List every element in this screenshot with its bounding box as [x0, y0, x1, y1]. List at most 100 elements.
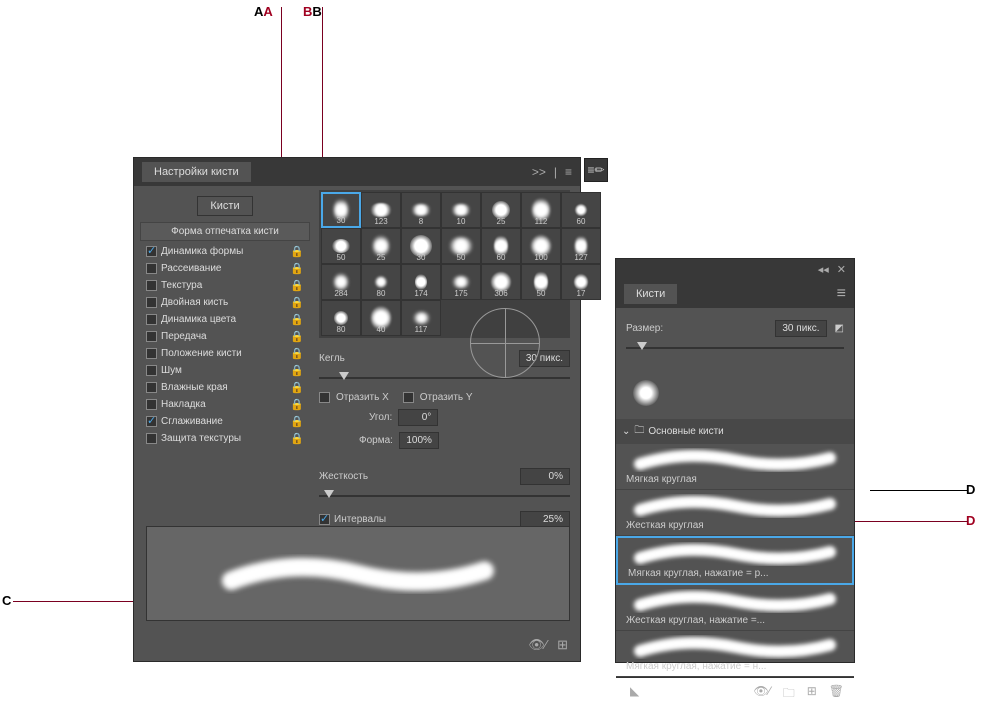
- panel1-tab[interactable]: Настройки кисти: [142, 162, 251, 182]
- option-Передача[interactable]: Передача🔒: [140, 328, 310, 345]
- size-value[interactable]: 30 пикс.: [775, 320, 826, 337]
- slider-thumb-icon[interactable]: ◣: [630, 684, 639, 705]
- brush-settings-panel: ≡✏ Настройки кисти >> | ≡ Кисти Форма от…: [133, 157, 581, 662]
- spacing-checkbox[interactable]: [319, 514, 330, 525]
- brush-tip-30[interactable]: 30: [401, 228, 441, 264]
- angle-widget[interactable]: [470, 308, 540, 378]
- option-Накладка[interactable]: Накладка🔒: [140, 396, 310, 413]
- lock-icon[interactable]: 🔒: [290, 313, 304, 326]
- divider: |: [554, 165, 557, 179]
- brush-tip-60[interactable]: 60: [561, 192, 601, 228]
- option-checkbox[interactable]: [146, 416, 157, 427]
- new-preset-icon[interactable]: ⊞: [807, 684, 817, 705]
- option-checkbox[interactable]: [146, 280, 157, 291]
- brush-panel-icon[interactable]: ≡✏: [587, 163, 604, 177]
- preset-Жесткая круглая, нажатие =...[interactable]: Жесткая круглая, нажатие =...: [616, 585, 854, 631]
- lock-icon[interactable]: 🔒: [290, 415, 304, 428]
- brush-tip-80[interactable]: 80: [321, 300, 361, 336]
- menu-icon[interactable]: ≡: [565, 165, 572, 179]
- brush-tip-40[interactable]: 40: [361, 300, 401, 336]
- brush-tip-306[interactable]: 306: [481, 264, 521, 300]
- option-checkbox[interactable]: [146, 297, 157, 308]
- lock-icon[interactable]: 🔒: [290, 330, 304, 343]
- brush-tip-112[interactable]: 112: [521, 192, 561, 228]
- menu-icon[interactable]: ≡: [837, 285, 846, 303]
- lock-icon[interactable]: 🔒: [290, 262, 304, 275]
- panel2-tab[interactable]: Кисти: [624, 284, 677, 304]
- close-icon[interactable]: ✕: [837, 263, 846, 276]
- preview-toggle-icon[interactable]: 👁⁄: [528, 637, 547, 653]
- option-Положение кисти[interactable]: Положение кисти🔒: [140, 345, 310, 362]
- preset-Мягкая круглая, нажатие = р...[interactable]: Мягкая круглая, нажатие = р...: [616, 536, 854, 585]
- option-checkbox[interactable]: [146, 365, 157, 376]
- folder-row[interactable]: ⌄ 🗀 Основные кисти: [616, 419, 854, 444]
- option-checkbox[interactable]: [146, 314, 157, 325]
- hardness-slider[interactable]: [319, 495, 570, 497]
- option-Двойная кисть[interactable]: Двойная кисть🔒: [140, 294, 310, 311]
- brush-tip-100[interactable]: 100: [521, 228, 561, 264]
- lock-icon[interactable]: 🔒: [290, 296, 304, 309]
- brush-tip-50[interactable]: 50: [441, 228, 481, 264]
- collapse-icon[interactable]: >>: [532, 165, 546, 179]
- option-checkbox[interactable]: [146, 246, 157, 257]
- new-preset-icon[interactable]: ⊞: [557, 637, 568, 653]
- brush-tip-30[interactable]: 30: [321, 192, 361, 228]
- brush-tip-10[interactable]: 10: [441, 192, 481, 228]
- size-slider[interactable]: [319, 377, 570, 379]
- lock-icon[interactable]: 🔒: [290, 364, 304, 377]
- lock-icon[interactable]: 🔒: [290, 347, 304, 360]
- option-checkbox[interactable]: [146, 331, 157, 342]
- collapse-icon[interactable]: ◂◂: [818, 263, 829, 276]
- option-Влажные края[interactable]: Влажные края🔒: [140, 379, 310, 396]
- option-Текстура[interactable]: Текстура🔒: [140, 277, 310, 294]
- brush-tip-25[interactable]: 25: [361, 228, 401, 264]
- option-checkbox[interactable]: [146, 263, 157, 274]
- lock-icon[interactable]: 🔒: [290, 279, 304, 292]
- brush-tip-80[interactable]: 80: [361, 264, 401, 300]
- brush-tip-174[interactable]: 174: [401, 264, 441, 300]
- flip-x-checkbox[interactable]: [319, 392, 330, 403]
- brush-tip-25[interactable]: 25: [481, 192, 521, 228]
- brush-tip-shape-button[interactable]: Форма отпечатка кисти: [140, 222, 310, 241]
- option-checkbox[interactable]: [146, 382, 157, 393]
- brush-tip-175[interactable]: 175: [441, 264, 481, 300]
- brush-tip-117[interactable]: 117: [401, 300, 441, 336]
- brush-tip-50[interactable]: 50: [321, 228, 361, 264]
- option-Динамика формы[interactable]: Динамика формы🔒: [140, 243, 310, 260]
- brush-tip-8[interactable]: 8: [401, 192, 441, 228]
- preset-Мягкая круглая[interactable]: Мягкая круглая: [616, 444, 854, 490]
- angle-label: Угол:: [369, 412, 392, 423]
- hardness-value[interactable]: 0%: [520, 468, 570, 485]
- option-checkbox[interactable]: [146, 399, 157, 410]
- option-Шум[interactable]: Шум🔒: [140, 362, 310, 379]
- lock-icon[interactable]: 🔒: [290, 432, 304, 445]
- preset-Мягкая круглая, нажатие = н...[interactable]: Мягкая круглая, нажатие = н...: [616, 631, 854, 677]
- brush-tip-284[interactable]: 284: [321, 264, 361, 300]
- brushes-button[interactable]: Кисти: [197, 196, 252, 216]
- brush-tip-17[interactable]: 17: [561, 264, 601, 300]
- option-Динамика цвета[interactable]: Динамика цвета🔒: [140, 311, 310, 328]
- option-checkbox[interactable]: [146, 348, 157, 359]
- option-checkbox[interactable]: [146, 433, 157, 444]
- option-Сглаживание[interactable]: Сглаживание🔒: [140, 413, 310, 430]
- brush-tip-127[interactable]: 127: [561, 228, 601, 264]
- option-Защита текстуры[interactable]: Защита текстуры🔒: [140, 430, 310, 447]
- preset-Жесткая круглая[interactable]: Жесткая круглая: [616, 490, 854, 536]
- size-slider[interactable]: [626, 347, 844, 349]
- lock-icon[interactable]: 🔒: [290, 381, 304, 394]
- new-folder-icon[interactable]: 🗀: [783, 684, 795, 705]
- lock-icon[interactable]: 🔒: [290, 398, 304, 411]
- option-Рассеивание[interactable]: Рассеивание🔒: [140, 260, 310, 277]
- brush-tip-50[interactable]: 50: [521, 264, 561, 300]
- callout-A: AA: [254, 4, 273, 19]
- lock-icon[interactable]: 🔒: [290, 245, 304, 258]
- flip-y-checkbox[interactable]: [403, 392, 414, 403]
- brush-tip-60[interactable]: 60: [481, 228, 521, 264]
- shape-value[interactable]: 100%: [399, 432, 439, 449]
- angle-value[interactable]: 0°: [398, 409, 438, 426]
- preview-toggle-icon[interactable]: 👁⁄: [753, 684, 770, 705]
- options-list: Динамика формы🔒Рассеивание🔒Текстура🔒Двой…: [140, 241, 310, 449]
- brush-tip-123[interactable]: 123: [361, 192, 401, 228]
- trash-icon[interactable]: 🗑: [829, 684, 844, 705]
- flip-icon[interactable]: ◩: [835, 323, 844, 334]
